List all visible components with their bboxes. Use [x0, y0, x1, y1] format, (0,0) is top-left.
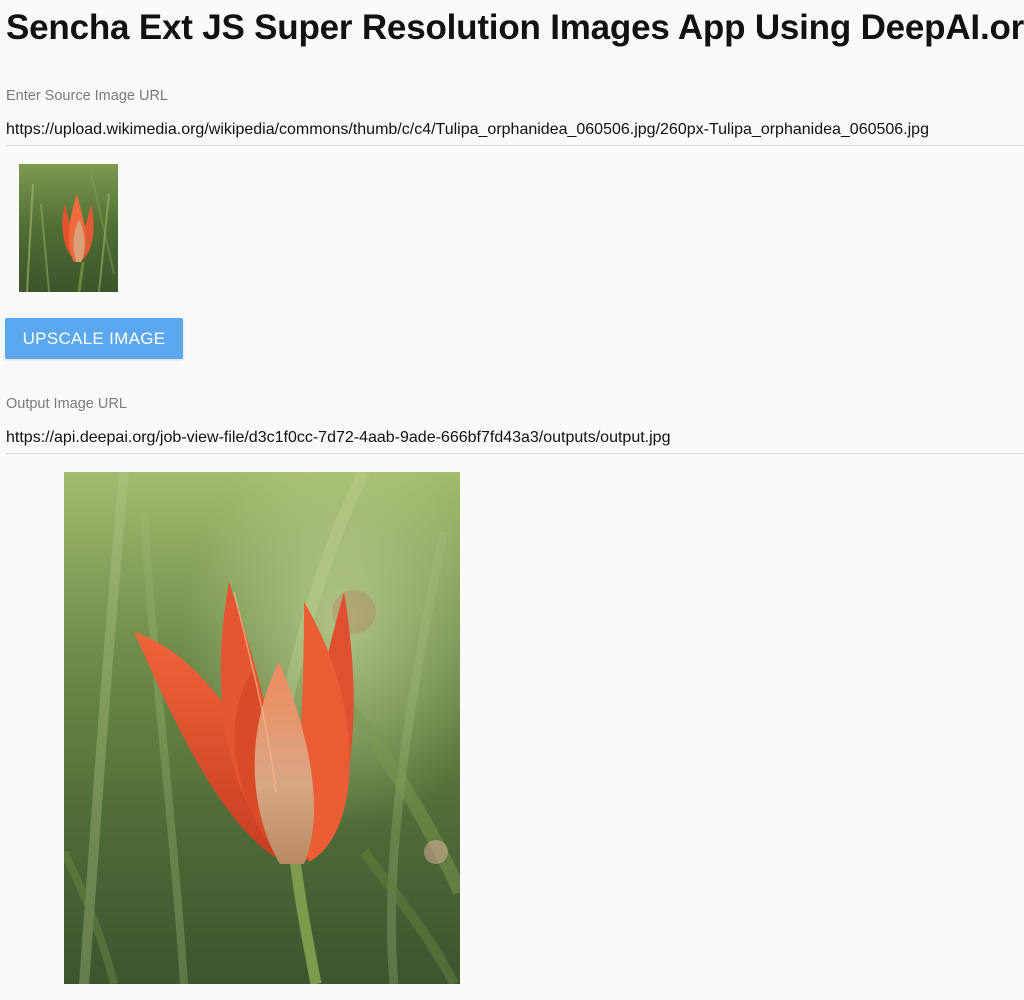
- upscale-image-button[interactable]: UPSCALE IMAGE: [5, 318, 183, 359]
- output-url-label: Output Image URL: [6, 396, 127, 412]
- source-url-input[interactable]: [6, 115, 1024, 146]
- page-title: Sencha Ext JS Super Resolution Images Ap…: [6, 8, 1024, 47]
- source-image-preview: [19, 164, 118, 292]
- output-image: [64, 472, 460, 984]
- source-url-label: Enter Source Image URL: [6, 88, 168, 104]
- output-url-input[interactable]: [6, 423, 1024, 454]
